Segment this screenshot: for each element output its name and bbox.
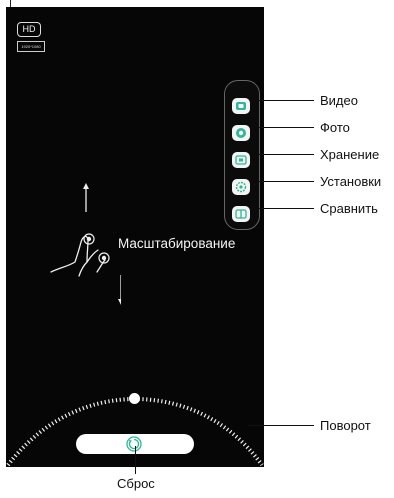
callout-line-video — [258, 100, 314, 101]
settings-icon — [235, 181, 247, 193]
callout-line-settings — [258, 181, 314, 182]
callout-line-photo — [258, 127, 314, 128]
reset-icon — [126, 436, 142, 452]
side-menu-label-settings: Установки — [320, 174, 382, 189]
camera-preview-screen[interactable]: HD 1920*1080 Масштабирование — [6, 7, 264, 467]
reset-label: Сброс — [117, 476, 155, 491]
photo-button[interactable] — [232, 125, 250, 141]
side-menu-label-storage: Хранение — [320, 147, 380, 162]
storage-icon — [235, 155, 247, 165]
video-button[interactable] — [232, 98, 250, 114]
side-menu-label-video: Видео — [320, 93, 358, 108]
side-menu-label-photo: Фото — [320, 120, 350, 135]
video-icon — [236, 102, 246, 110]
rotation-dial-handle[interactable] — [129, 393, 140, 404]
settings-button[interactable] — [232, 179, 250, 195]
callout-line-reset — [135, 446, 136, 474]
callout-line-storage — [258, 154, 314, 155]
hd-badge[interactable]: HD — [17, 22, 41, 37]
side-menu-label-compare: Сравнить — [320, 201, 378, 216]
pinch-zoom-gesture-illustration — [50, 183, 121, 305]
rotation-label: Поворот — [320, 418, 371, 433]
resolution-badge: 1920*1080 — [17, 41, 45, 52]
compare-icon — [235, 209, 247, 219]
zoom-gesture-label: Масштабирование — [118, 236, 236, 251]
compare-button[interactable] — [232, 206, 250, 222]
photo-icon — [236, 128, 246, 138]
callout-line-rotation — [248, 425, 314, 426]
storage-button[interactable] — [232, 152, 250, 168]
side-control-panel — [224, 80, 260, 230]
callout-line-compare — [258, 208, 314, 209]
